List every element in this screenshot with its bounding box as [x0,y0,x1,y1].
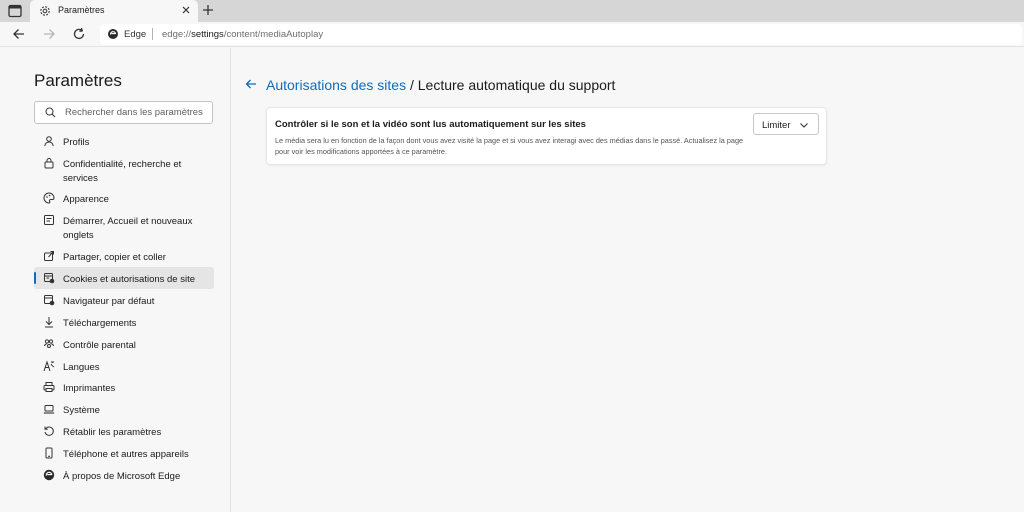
edge-logo-icon [108,29,118,39]
site-name: Edge [124,29,147,40]
sidebar-item-cookies[interactable]: Cookies et autorisations de site [34,267,214,289]
family-icon [44,339,54,348]
sidebar-item-label: Démarrer, Accueil et nouveaux onglets [63,216,193,241]
tab-title: Paramètres [58,5,105,15]
breadcrumb: Autorisations des sites / Lecture automa… [266,77,615,93]
sidebar-item-printers[interactable]: Imprimantes [34,376,214,398]
default-browser-icon [44,295,55,306]
sidebar-item-start-home[interactable]: Démarrer, Accueil et nouveaux onglets [34,209,214,241]
search-input[interactable] [65,105,209,120]
breadcrumb-parent-link[interactable]: Autorisations des sites [266,77,406,93]
select-value: Limiter [762,120,791,131]
search-icon [45,107,56,118]
sidebar-item-label: Cookies et autorisations de site [63,274,196,285]
tab-strip: Paramètres [0,0,1024,22]
profile-icon [44,136,54,147]
cookies-icon [44,273,55,284]
main-content: Autorisations des sites / Lecture automa… [232,48,1024,512]
sidebar-item-downloads[interactable]: Téléchargements [34,311,214,333]
sidebar-item-privacy[interactable]: Confidentialité, recherche et services [34,152,214,184]
language-icon [43,360,55,372]
sidebar-item-share[interactable]: Partager, copier et coller [34,245,214,267]
sidebar-item-profiles[interactable]: Profils [34,130,214,152]
sidebar-item-label: Navigateur par défaut [63,296,155,307]
address-bar[interactable]: Edge edge://settings/content/mediaAutopl… [100,24,1022,45]
setting-title: Contrôler si le son et la vidéo sont lus… [275,119,586,130]
start-page-icon [44,215,54,225]
sidebar-item-label: Contrôle parental [63,340,136,351]
printer-icon [43,382,55,392]
sidebar-item-label: Système [63,405,100,416]
sidebar-item-label: Apparence [63,194,109,205]
gear-icon [40,6,50,16]
sidebar-item-label: À propos de Microsoft Edge [63,471,181,482]
back-arrow-icon[interactable] [11,26,27,42]
reload-icon[interactable] [71,26,87,42]
sidebar-item-label: Partager, copier et coller [63,252,166,263]
tab-actions-icon[interactable] [6,3,24,19]
sidebar-item-label: Langues [63,362,100,373]
sidebar-item-reset[interactable]: Rétablir les paramètres [34,420,214,442]
laptop-icon [43,405,55,414]
browser-tab[interactable]: Paramètres [30,0,198,22]
back-arrow-icon[interactable] [244,77,258,91]
forward-arrow-icon[interactable] [41,26,57,42]
sidebar-item-family[interactable]: Contrôle parental [34,333,214,355]
sidebar-item-label: Rétablir les paramètres [63,427,162,438]
page-title: Lecture automatique du support [417,77,616,93]
new-tab-icon[interactable] [201,3,215,17]
autoplay-select[interactable]: Limiter [753,113,819,135]
sidebar-item-label: Téléphone et autres appareils [63,449,189,460]
lock-icon [44,158,54,169]
sidebar-item-label: Téléchargements [63,318,137,329]
reset-icon [44,426,54,436]
sidebar-item-label: Confidentialité, recherche et services [63,159,182,184]
chevron-down-icon [800,123,808,128]
sidebar-item-languages[interactable]: Langues [34,355,214,377]
sidebar-item-default-browser[interactable]: Navigateur par défaut [34,289,214,311]
palette-icon [43,192,55,204]
share-icon [44,251,54,261]
url-text[interactable]: edge://settings/content/mediaAutoplay [162,29,323,40]
search-box[interactable] [34,101,213,124]
sidebar-item-label: Imprimantes [63,383,116,394]
url-separator [152,28,153,40]
sidebar-item-system[interactable]: Système [34,398,214,420]
sidebar-item-about[interactable]: À propos de Microsoft Edge [34,464,214,486]
sidebar-item-phone[interactable]: Téléphone et autres appareils [34,442,214,464]
edge-logo-icon [43,469,55,481]
autoplay-setting-card: Contrôler si le son et la vidéo sont lus… [266,107,827,165]
setting-description: Le média sera lu en fonction de la façon… [275,136,744,156]
sidebar-item-appearance[interactable]: Apparence [34,187,214,209]
phone-icon [45,447,53,459]
download-icon [45,317,53,328]
sidebar-title: Paramètres [34,71,122,90]
settings-sidebar: Paramètres Profils Confidentialité, rech… [0,48,231,512]
close-icon[interactable] [180,4,192,16]
sidebar-item-label: Profils [63,137,90,148]
breadcrumb-separator: / [406,77,418,93]
address-toolbar: Edge edge://settings/content/mediaAutopl… [0,22,1024,47]
